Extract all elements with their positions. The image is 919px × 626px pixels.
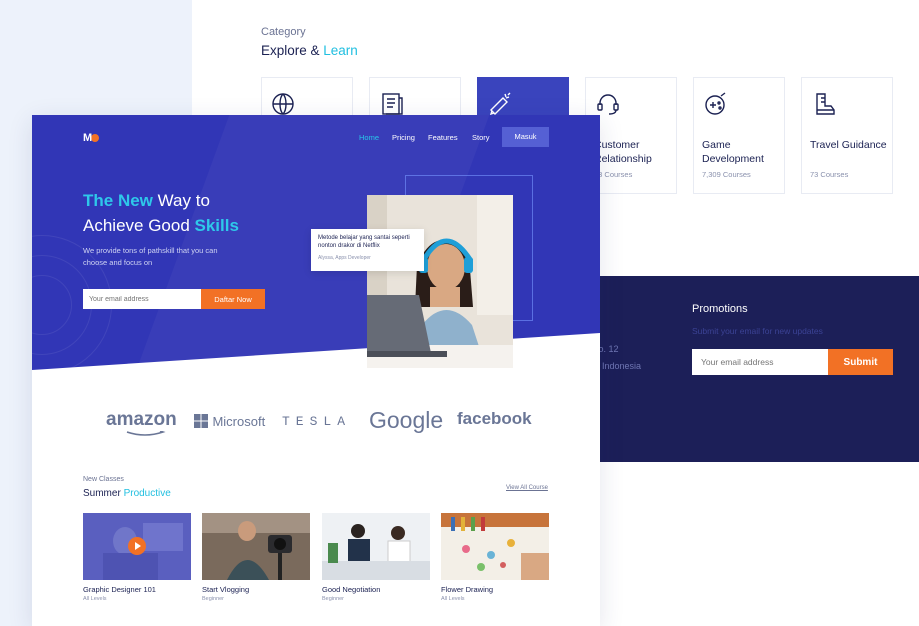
course-card[interactable]: Flower Drawing All Levels <box>441 513 549 602</box>
course-title: Flower Drawing <box>441 585 494 594</box>
category-title: Explore & Learn <box>261 43 358 58</box>
course-thumbnail <box>202 513 310 580</box>
testimonial-text: Metode belajar yang santai seperti nonto… <box>318 235 410 249</box>
category-label: Category <box>261 26 306 38</box>
nav-home[interactable]: Home <box>359 133 379 142</box>
headset-icon <box>594 90 622 118</box>
play-icon[interactable] <box>128 537 146 555</box>
course-card[interactable]: Start Vlogging Beginner <box>202 513 310 602</box>
course-card[interactable]: Good Negotiation Beginner <box>322 513 430 602</box>
new-classes-title: Summer Productive <box>83 488 171 499</box>
course-card[interactable]: Graphic Designer 101 All Levels <box>83 513 191 602</box>
landing-page: M Home Pricing Features Story Masuk The … <box>32 115 600 626</box>
view-all-courses-link[interactable]: View All Course <box>506 485 548 491</box>
course-level: All Levels <box>441 596 465 602</box>
course-thumbnail <box>441 513 549 580</box>
course-thumbnail <box>83 513 191 580</box>
globe-icon <box>270 90 298 118</box>
document-icon <box>378 90 406 118</box>
submit-button[interactable]: Submit <box>828 349 893 375</box>
promotions-title: Promotions <box>692 303 748 315</box>
course-title: Graphic Designer 101 <box>83 585 156 594</box>
testimonial-card: Metode belajar yang santai seperti nonto… <box>311 229 424 271</box>
nav-pricing[interactable]: Pricing <box>392 133 415 142</box>
amazon-logo: amazon <box>106 409 177 436</box>
course-level: All Levels <box>83 596 107 602</box>
course-thumbnail <box>322 513 430 580</box>
brand-logo[interactable]: M <box>83 132 99 144</box>
promotions-subtitle: Submit your email for new updates <box>692 326 823 336</box>
microsoft-logo: Microsoft <box>194 413 265 431</box>
course-title: Start Vlogging <box>202 585 250 594</box>
nav-story[interactable]: Story <box>472 133 490 142</box>
category-card-game[interactable]: Game Development 7,309 Courses <box>693 77 785 194</box>
tesla-logo: TESLA <box>282 414 352 429</box>
course-title: Good Negotiation <box>322 585 381 594</box>
hero-photo <box>367 195 513 368</box>
course-level: Beginner <box>202 596 225 602</box>
new-classes-label: New Classes <box>83 476 124 483</box>
partner-logos: amazon Microsoft TESLA Google facebook <box>32 407 600 437</box>
testimonial-author: Alyssa, Apps Developer <box>318 255 371 261</box>
category-card-travel[interactable]: Travel Guidance 73 Courses <box>801 77 893 194</box>
google-logo: Google <box>369 407 444 433</box>
boot-icon <box>810 90 838 118</box>
daftar-now-button[interactable]: Daftar Now <box>201 289 265 309</box>
course-level: Beginner <box>322 596 345 602</box>
nav-features[interactable]: Features <box>428 133 458 142</box>
hero-headline: The New Way to Achieve Good Skills <box>83 191 239 235</box>
megaphone-icon <box>486 90 514 118</box>
promo-email-input[interactable] <box>692 349 828 375</box>
hero-subtext: We provide tons of pathskill that you ca… <box>83 246 218 267</box>
facebook-logo: facebook <box>457 409 532 428</box>
hero-email-input[interactable] <box>83 289 201 309</box>
login-button[interactable]: Masuk <box>502 127 549 147</box>
gamepad-icon <box>702 90 730 118</box>
